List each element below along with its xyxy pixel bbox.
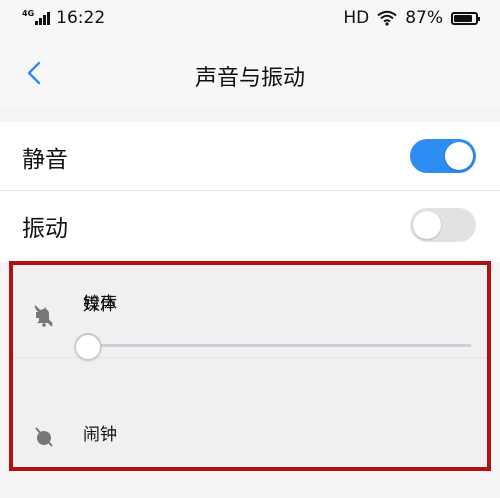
mute-toggle[interactable] xyxy=(410,139,476,173)
hd-indicator: HD xyxy=(343,8,370,28)
wifi-icon xyxy=(377,10,397,26)
setting-row-vibrate: 振动 xyxy=(0,191,500,259)
volume-section: 铃声 媒体 闹钟 xyxy=(9,261,491,471)
status-right: HD 87% xyxy=(343,8,480,28)
volume-row-media: 媒体 xyxy=(13,295,487,428)
media-slider[interactable] xyxy=(75,334,471,360)
status-left: 4G 16:22 xyxy=(22,8,105,28)
volume-row-alarm: 闹钟 xyxy=(13,425,487,498)
toggle-section: 静音 振动 xyxy=(0,122,500,262)
status-time: 16:22 xyxy=(56,8,106,28)
page-title: 声音与振动 xyxy=(194,66,305,91)
alarm-muted-icon xyxy=(35,427,53,447)
battery-percent: 87% xyxy=(405,8,443,28)
status-bar: 4G 16:22 HD 87% xyxy=(0,0,500,40)
vibrate-toggle[interactable] xyxy=(410,208,476,242)
alarm-label: 闹钟 xyxy=(83,425,117,445)
signal-icon xyxy=(35,11,51,25)
battery-icon xyxy=(451,11,480,25)
network-type: 4G xyxy=(22,8,35,18)
media-label: 媒体 xyxy=(83,295,117,315)
speaker-muted-icon xyxy=(34,305,53,325)
battery-fill xyxy=(454,14,472,22)
toggle-knob xyxy=(445,142,473,170)
vibrate-label: 振动 xyxy=(22,216,68,242)
slider-thumb[interactable] xyxy=(75,334,101,360)
toggle-knob xyxy=(413,211,441,239)
setting-row-mute: 静音 xyxy=(0,122,500,191)
nav-bar: 声音与振动 xyxy=(0,40,500,106)
slider-track xyxy=(75,345,471,347)
mute-label: 静音 xyxy=(22,147,68,173)
